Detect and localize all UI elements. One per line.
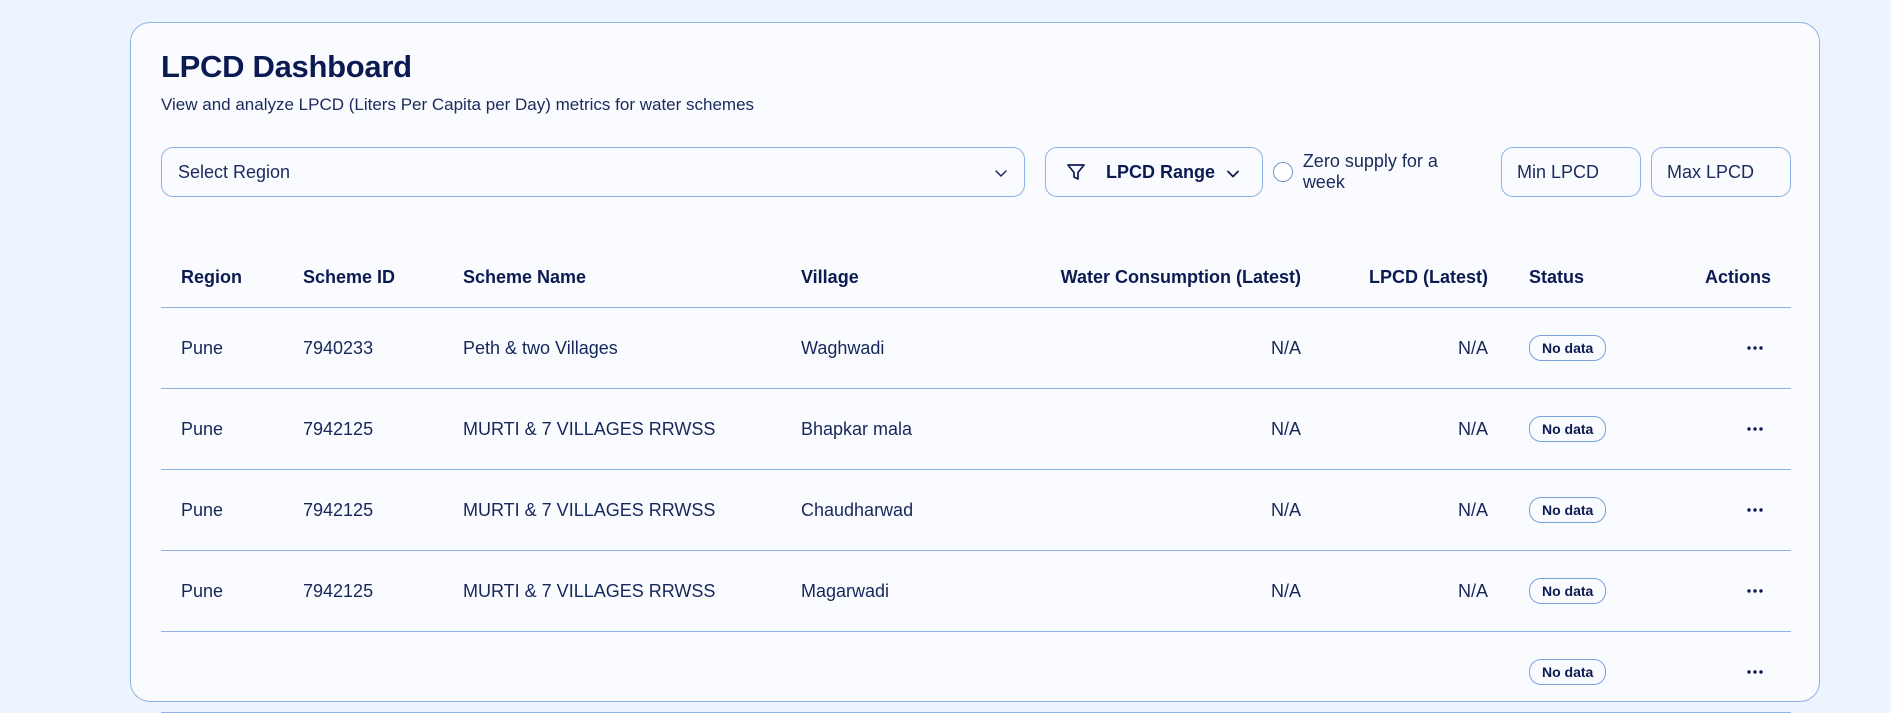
filter-bar: Select Region LPCD Range Zero supply for…: [161, 147, 1791, 197]
filter-icon: [1066, 162, 1086, 187]
lpcd-range-label: LPCD Range: [1106, 162, 1216, 182]
cell-lpcd: N/A: [1457, 580, 1488, 601]
more-horizontal-icon[interactable]: [1739, 585, 1771, 597]
cell-water-consumption: N/A: [1270, 337, 1301, 358]
cell-scheme-name: MURTI & 7 VILLAGES RRWSS: [463, 580, 716, 601]
more-horizontal-icon[interactable]: [1739, 504, 1771, 516]
cell-lpcd: N/A: [1457, 418, 1488, 439]
status-badge: No data: [1529, 416, 1607, 442]
more-horizontal-icon[interactable]: [1739, 423, 1771, 435]
more-horizontal-icon[interactable]: [1739, 342, 1771, 354]
cell-scheme-id: 7942125: [303, 499, 374, 520]
zero-supply-radio[interactable]: [1273, 162, 1293, 182]
table-header: Region Scheme ID Scheme Name Village Wat…: [161, 247, 1791, 308]
cell-actions: [1739, 308, 1771, 388]
cell-scheme-name: MURTI & 7 VILLAGES RRWSS: [463, 418, 716, 439]
status-badge: No data: [1529, 578, 1607, 604]
zero-supply-label: Zero supply for a week: [1302, 151, 1438, 192]
cell-status: No data: [1529, 470, 1607, 550]
chevron-down-icon: [1226, 165, 1240, 186]
column-header-water-consumption: Water Consumption (Latest): [1060, 266, 1301, 287]
cell-actions: [1739, 470, 1771, 550]
cell-village: Bhapkar mala: [801, 418, 913, 439]
page-title: LPCD Dashboard: [161, 49, 412, 84]
cell-scheme-name: Peth & two Villages: [463, 337, 618, 358]
cell-region: Pune: [181, 580, 224, 601]
column-header-status: Status: [1529, 266, 1585, 287]
table-row[interactable]: Pune 7942125 MURTI & 7 VILLAGES RRWSS Ma…: [161, 551, 1791, 632]
cell-status: No data: [1529, 632, 1607, 712]
page-subtitle: View and analyze LPCD (Liters Per Capita…: [161, 95, 755, 114]
cell-water-consumption: N/A: [1270, 499, 1301, 520]
min-lpcd-input[interactable]: [1501, 147, 1641, 197]
column-header-region: Region: [181, 266, 242, 287]
status-badge: No data: [1529, 659, 1607, 685]
cell-lpcd: N/A: [1457, 337, 1488, 358]
column-header-actions: Actions: [1704, 266, 1771, 287]
cell-region: Pune: [181, 499, 224, 520]
cell-scheme-id: 7940233: [303, 337, 374, 358]
cell-scheme-id: 7942125: [303, 580, 374, 601]
cell-region: Pune: [181, 337, 224, 358]
region-select-label: Select Region: [178, 161, 291, 182]
cell-status: No data: [1529, 551, 1607, 631]
more-horizontal-icon[interactable]: [1739, 666, 1771, 678]
table-row[interactable]: No data: [161, 632, 1791, 713]
cell-village: Chaudharwad: [801, 499, 914, 520]
cell-scheme-id: 7942125: [303, 418, 374, 439]
cell-village: Magarwadi: [801, 580, 890, 601]
cell-status: No data: [1529, 389, 1607, 469]
cell-status: No data: [1529, 308, 1607, 388]
lpcd-table: Region Scheme ID Scheme Name Village Wat…: [161, 247, 1791, 713]
column-header-scheme-name: Scheme Name: [463, 266, 587, 287]
column-header-village: Village: [801, 266, 859, 287]
zero-supply-option[interactable]: Zero supply for a week: [1273, 147, 1483, 197]
column-header-scheme-id: Scheme ID: [303, 266, 396, 287]
cell-actions: [1739, 551, 1771, 631]
lpcd-range-button[interactable]: LPCD Range: [1045, 147, 1263, 197]
table-row[interactable]: Pune 7942125 MURTI & 7 VILLAGES RRWSS Bh…: [161, 389, 1791, 470]
cell-scheme-name: MURTI & 7 VILLAGES RRWSS: [463, 499, 716, 520]
cell-village: Waghwadi: [801, 337, 885, 358]
cell-actions: [1739, 389, 1771, 469]
status-badge: No data: [1529, 497, 1607, 523]
table-row[interactable]: Pune 7942125 MURTI & 7 VILLAGES RRWSS Ch…: [161, 470, 1791, 551]
chevron-down-icon: [994, 164, 1008, 185]
cell-water-consumption: N/A: [1270, 580, 1301, 601]
cell-water-consumption: N/A: [1270, 418, 1301, 439]
status-badge: No data: [1529, 335, 1607, 361]
table-row[interactable]: Pune 7940233 Peth & two Villages Waghwad…: [161, 308, 1791, 389]
cell-actions: [1739, 632, 1771, 712]
max-lpcd-input[interactable]: [1651, 147, 1791, 197]
region-select[interactable]: Select Region: [161, 147, 1025, 197]
column-header-lpcd: LPCD (Latest): [1368, 266, 1488, 287]
cell-region: Pune: [181, 418, 224, 439]
cell-lpcd: N/A: [1457, 499, 1488, 520]
lpcd-dashboard-card: LPCD Dashboard View and analyze LPCD (Li…: [130, 22, 1820, 713]
